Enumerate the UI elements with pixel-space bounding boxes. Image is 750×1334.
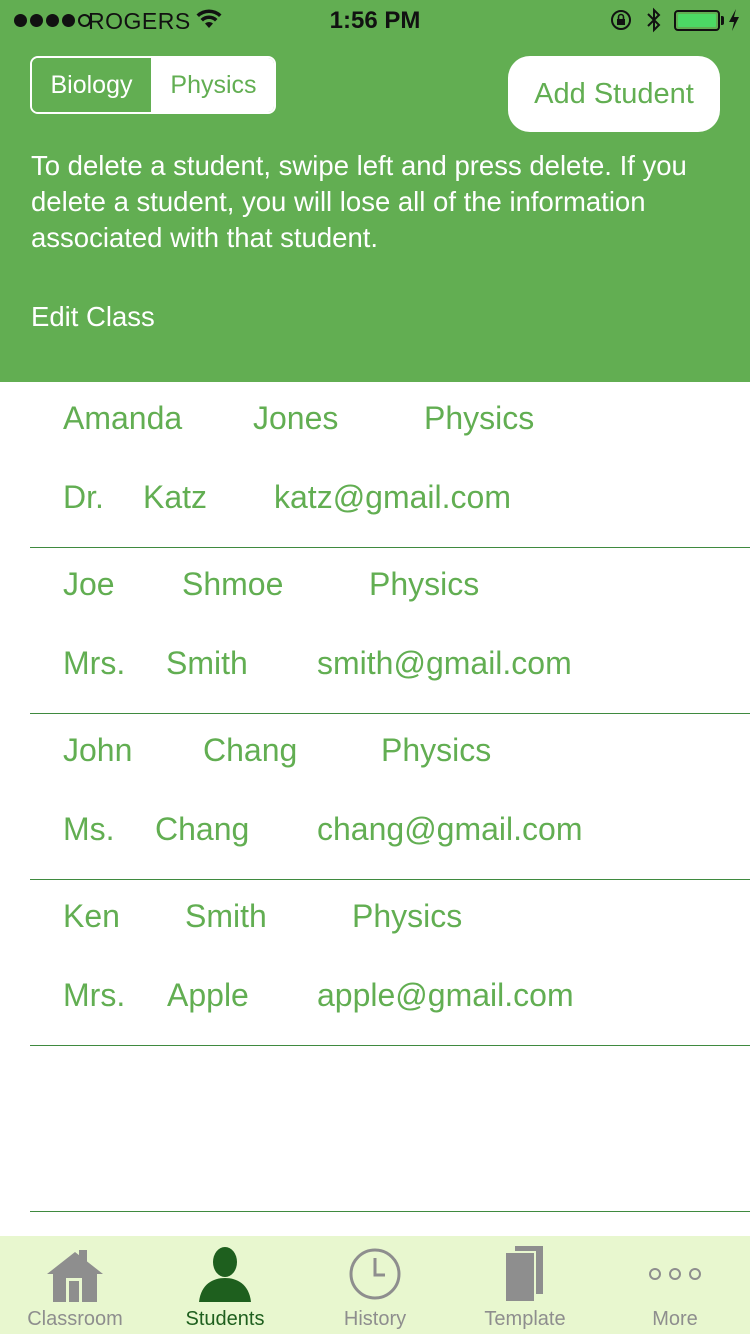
teacher-email: katz@gmail.com bbox=[274, 479, 511, 515]
student-class: Physics bbox=[369, 566, 480, 602]
student-row[interactable]: Amanda Jones Physics Dr. Katz katz@gmail… bbox=[0, 382, 750, 548]
class-segmented-control: Biology Physics bbox=[30, 56, 276, 114]
house-icon bbox=[47, 1250, 103, 1302]
teacher-name: Katz bbox=[143, 479, 208, 515]
documents-icon bbox=[504, 1246, 543, 1303]
status-time: 1:56 PM bbox=[329, 7, 421, 34]
student-last-name: Smith bbox=[185, 898, 267, 934]
student-first-name: John bbox=[63, 732, 133, 768]
tab-label: Classroom bbox=[27, 1308, 123, 1330]
teacher-email: apple@gmail.com bbox=[317, 977, 574, 1013]
row-divider bbox=[30, 1045, 750, 1046]
delete-instructions: To delete a student, swipe left and pres… bbox=[31, 150, 687, 253]
tab-students[interactable]: Students bbox=[150, 1236, 300, 1334]
student-first-name: Amanda bbox=[63, 400, 183, 436]
student-class: Physics bbox=[352, 898, 463, 934]
student-last-name: Shmoe bbox=[182, 566, 284, 602]
header: ROGERS 1:56 PM Biology Physics Add Stude… bbox=[0, 0, 750, 382]
teacher-title: Mrs. bbox=[63, 977, 126, 1013]
segment-physics[interactable]: Physics bbox=[153, 58, 274, 112]
tab-label: Template bbox=[484, 1308, 566, 1330]
rotation-lock-icon bbox=[611, 10, 631, 30]
teacher-email: chang@gmail.com bbox=[317, 811, 583, 847]
status-bar: ROGERS 1:56 PM bbox=[0, 0, 750, 40]
charging-icon bbox=[729, 9, 739, 31]
student-row[interactable]: Ken Smith Physics Mrs. Apple apple@gmail… bbox=[0, 880, 750, 1046]
edit-class-button[interactable]: Edit Class bbox=[31, 301, 155, 333]
student-first-name: Ken bbox=[63, 898, 120, 934]
tab-label: More bbox=[652, 1308, 698, 1330]
student-row[interactable]: Joe Shmoe Physics Mrs. Smith smith@gmail… bbox=[0, 548, 750, 714]
teacher-title: Dr. bbox=[63, 479, 104, 515]
battery-tip bbox=[721, 16, 724, 25]
battery-icon bbox=[674, 10, 720, 31]
teacher-email: smith@gmail.com bbox=[317, 645, 572, 681]
clock-icon bbox=[349, 1248, 401, 1300]
tab-history[interactable]: History bbox=[300, 1236, 450, 1334]
student-class: Physics bbox=[424, 400, 535, 436]
segment-biology[interactable]: Biology bbox=[32, 58, 153, 112]
row-divider bbox=[30, 1211, 750, 1212]
tab-classroom[interactable]: Classroom bbox=[0, 1236, 150, 1334]
student-first-name: Joe bbox=[63, 566, 115, 602]
tab-label: History bbox=[343, 1308, 407, 1330]
person-icon bbox=[199, 1247, 251, 1302]
student-last-name: Chang bbox=[203, 732, 298, 768]
student-class: Physics bbox=[381, 732, 492, 768]
tab-more[interactable]: More bbox=[600, 1236, 750, 1334]
student-last-name: Jones bbox=[253, 400, 339, 436]
add-student-button[interactable]: Add Student bbox=[508, 56, 720, 132]
teacher-name: Smith bbox=[166, 645, 248, 681]
more-dots-icon bbox=[649, 1268, 701, 1280]
teacher-title: Ms. bbox=[63, 811, 115, 847]
tab-bar: Classroom Students History Template More bbox=[0, 1236, 750, 1334]
bluetooth-icon bbox=[647, 7, 661, 33]
tab-label: Students bbox=[185, 1308, 265, 1330]
teacher-title: Mrs. bbox=[63, 645, 126, 681]
tab-template[interactable]: Template bbox=[450, 1236, 600, 1334]
teacher-name: Chang bbox=[155, 811, 250, 847]
teacher-name: Apple bbox=[167, 977, 249, 1013]
student-row[interactable]: John Chang Physics Ms. Chang chang@gmail… bbox=[0, 714, 750, 880]
